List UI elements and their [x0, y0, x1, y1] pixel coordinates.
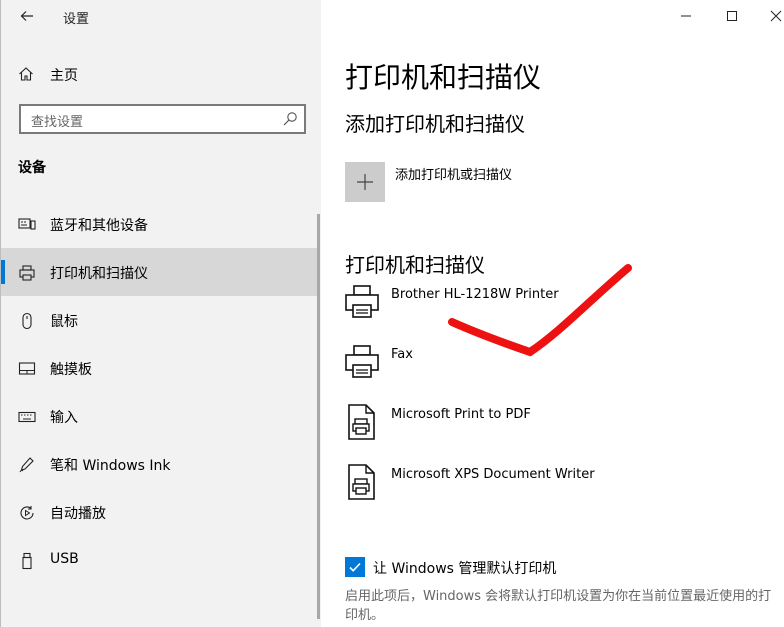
search-input[interactable]: 查找设置	[19, 104, 306, 134]
sidebar-item-label: 输入	[50, 410, 78, 426]
minimize-icon	[681, 15, 691, 17]
fax-icon	[345, 345, 379, 378]
bluetooth-devices-icon	[18, 218, 36, 230]
maximize-icon	[727, 11, 737, 21]
back-button[interactable]	[13, 4, 41, 28]
main-content: 打印机和扫描仪 添加打印机和扫描仪 添加打印机或扫描仪 打印机和扫描仪 Brot…	[321, 0, 784, 627]
sidebar-item-autoplay[interactable]: 自动播放	[1, 488, 319, 536]
pdf-printer-icon	[348, 404, 375, 440]
manage-default-printer-description: 启用此项后，Windows 会将默认打印机设置为你在当前位置最近使用的打印机。	[345, 589, 772, 623]
add-printer-label[interactable]: 添加打印机或扫描仪	[395, 164, 512, 183]
sidebar-item-typing[interactable]: 输入	[1, 392, 319, 440]
manage-default-printer-checkbox[interactable]	[345, 557, 365, 577]
sidebar-item-printers[interactable]: 打印机和扫描仪	[1, 248, 319, 296]
device-name: Microsoft XPS Document Writer	[391, 467, 595, 482]
sidebar: 设置 主页 查找设置 设备 蓝牙和其他设备 打印机和扫描仪 鼠标 触摸板 输入 …	[0, 0, 321, 627]
list-section-title: 打印机和扫描仪	[345, 253, 485, 277]
titlebar-left: 设置	[1, 0, 322, 32]
autoplay-icon	[20, 506, 34, 520]
keyboard-icon	[18, 411, 36, 423]
manage-default-printer-option[interactable]: 让 Windows 管理默认打印机	[345, 556, 775, 580]
minimize-button[interactable]	[671, 4, 701, 28]
sidebar-item-bluetooth[interactable]: 蓝牙和其他设备	[1, 200, 319, 248]
search-icon	[283, 112, 297, 126]
selection-indicator	[1, 260, 5, 284]
add-section-title: 添加打印机和扫描仪	[345, 112, 525, 136]
search-placeholder: 查找设置	[31, 115, 84, 130]
device-item-fax[interactable]: Fax	[343, 343, 763, 393]
device-item-brother[interactable]: Brother HL-1218W Printer	[343, 283, 763, 333]
home-link[interactable]: 主页	[1, 56, 322, 92]
manage-default-printer-label: 让 Windows 管理默认打印机	[373, 561, 557, 577]
home-icon	[19, 67, 33, 81]
plus-icon	[357, 174, 373, 190]
back-arrow-icon	[20, 11, 33, 21]
device-name: Brother HL-1218W Printer	[391, 287, 559, 302]
sidebar-item-mouse[interactable]: 鼠标	[1, 296, 319, 344]
device-name: Fax	[391, 347, 413, 362]
device-item-print-to-pdf[interactable]: Microsoft Print to PDF	[343, 403, 763, 453]
checkmark-icon	[349, 562, 361, 572]
xps-printer-icon	[348, 464, 375, 500]
add-printer-button[interactable]	[345, 162, 385, 202]
touchpad-icon	[18, 362, 36, 375]
sidebar-item-label: 笔和 Windows Ink	[50, 458, 171, 474]
pen-icon	[19, 457, 34, 473]
printer-icon	[345, 285, 379, 318]
sidebar-item-label: 蓝牙和其他设备	[50, 218, 148, 234]
device-item-xps-writer[interactable]: Microsoft XPS Document Writer	[343, 463, 763, 513]
printer-icon	[19, 265, 35, 281]
sidebar-item-label: USB	[50, 551, 79, 567]
close-icon	[770, 10, 782, 22]
sidebar-scrollbar[interactable]	[317, 214, 320, 619]
section-header-devices: 设备	[18, 160, 46, 176]
sidebar-item-touchpad[interactable]: 触摸板	[1, 344, 319, 392]
device-name: Microsoft Print to PDF	[391, 407, 531, 422]
app-title: 设置	[63, 12, 90, 27]
sidebar-item-label: 触摸板	[50, 362, 92, 378]
sidebar-item-pen[interactable]: 笔和 Windows Ink	[1, 440, 319, 488]
sidebar-item-usb[interactable]: USB	[1, 536, 319, 584]
maximize-button[interactable]	[717, 4, 747, 28]
sidebar-item-label: 鼠标	[50, 314, 78, 330]
sidebar-item-label: 打印机和扫描仪	[50, 266, 148, 282]
usb-icon	[22, 552, 32, 570]
page-title: 打印机和扫描仪	[345, 61, 542, 94]
sidebar-item-label: 自动播放	[50, 506, 106, 522]
close-button[interactable]	[761, 4, 784, 28]
mouse-icon	[22, 312, 32, 330]
home-label: 主页	[50, 68, 78, 84]
